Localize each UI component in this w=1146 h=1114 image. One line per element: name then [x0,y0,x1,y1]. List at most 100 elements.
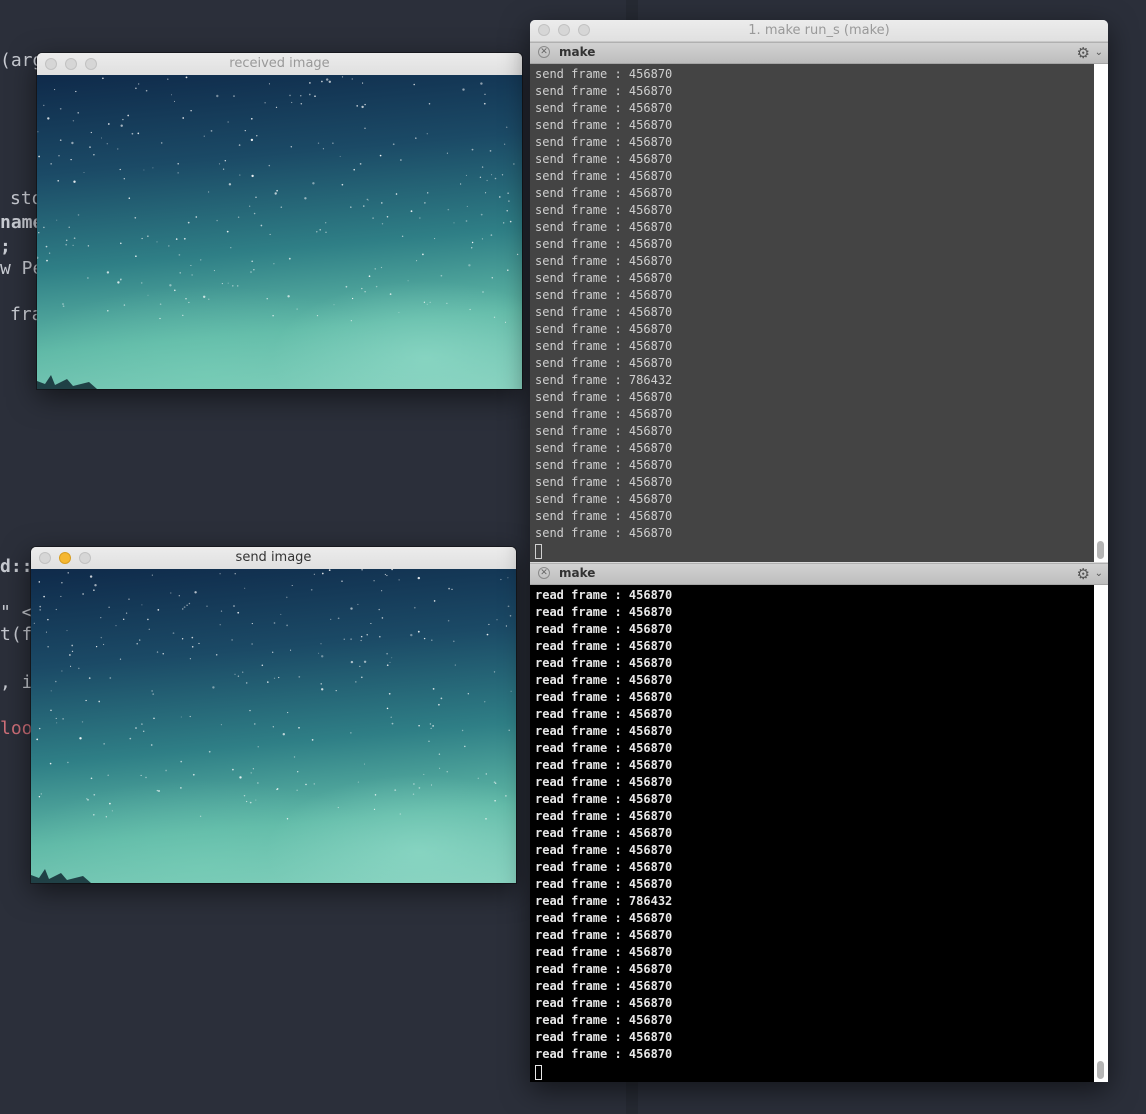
bottom-pane-output[interactable]: read frame : 456870 read frame : 456870 re… [530,585,1094,1082]
terminal-line: read frame : 456870 [535,962,673,976]
terminal-line: read frame : 456870 [535,945,673,959]
terminal-line: read frame : 456870 [535,843,673,857]
send-image-window[interactable]: send image [31,547,516,883]
minimize-window-button[interactable] [59,552,71,564]
terminal-line: send frame : 456870 [535,339,673,353]
terminal-line: read frame : 456870 [535,928,673,942]
cursor-icon [535,1065,542,1080]
starfield [37,76,519,389]
terminal-line: send frame : 456870 [535,475,673,489]
pane-name: make [559,45,596,59]
terminal-line: send frame : 456870 [535,152,673,166]
terminal-line: read frame : 456870 [535,775,673,789]
close-icon[interactable]: ✕ [538,567,550,579]
zoom-window-button[interactable] [578,24,590,36]
terminal-line: send frame : 456870 [535,237,673,251]
terminal-title: 1. make run_s (make) [748,23,890,38]
terminal-line: read frame : 456870 [535,707,673,721]
window-title: send image [235,550,312,565]
terminal-prompt [535,542,1094,559]
terminal-line: read frame : 456870 [535,622,673,636]
terminal-line: read frame : 456870 [535,1047,673,1061]
terminal-line: send frame : 456870 [535,135,673,149]
terminal-line: send frame : 456870 [535,84,673,98]
chevron-down-icon[interactable]: ⌄ [1095,43,1103,63]
code-fragment: loo [0,718,33,739]
received-image-window[interactable]: received image [37,53,522,389]
terminal-line: read frame : 456870 [535,877,673,891]
code-fragment: " < [0,602,33,623]
cursor-icon [535,544,542,559]
received-image [37,75,522,389]
zoom-window-button[interactable] [85,58,97,70]
terminal-line: send frame : 456870 [535,220,673,234]
scrollbar-thumb[interactable] [1097,541,1104,559]
starfield [31,569,512,883]
terminal-line: send frame : 456870 [535,118,673,132]
terminal-line: read frame : 456870 [535,996,673,1010]
zoom-window-button[interactable] [79,552,91,564]
bottom-pane-header[interactable]: ✕ make ⚙ ⌄ [530,563,1108,585]
terminal-line: read frame : 786432 [535,894,673,908]
terminal-line: read frame : 456870 [535,639,673,653]
terminal-line: send frame : 786432 [535,373,673,387]
code-fragment: d:: [0,556,33,577]
top-pane-header[interactable]: ✕ make ⚙ ⌄ [530,42,1108,64]
bottom-pane-scrollbar[interactable] [1094,585,1108,1082]
terminal-line: read frame : 456870 [535,588,673,602]
pane-name: make [559,566,596,580]
code-fragment: , i [0,672,33,693]
terminal-line: read frame : 456870 [535,860,673,874]
terminal-line: send frame : 456870 [535,492,673,506]
terminal-line: read frame : 456870 [535,605,673,619]
terminal-line: send frame : 456870 [535,186,673,200]
terminal-line: send frame : 456870 [535,203,673,217]
terminal-line: send frame : 456870 [535,390,673,404]
terminal-prompt [535,1063,1094,1080]
terminal-line: read frame : 456870 [535,792,673,806]
terminal-line: read frame : 456870 [535,979,673,993]
code-fragment: ; [0,236,11,257]
terminal-line: read frame : 456870 [535,826,673,840]
close-window-button[interactable] [45,58,57,70]
terminal-line: send frame : 456870 [535,67,673,81]
window-titlebar[interactable]: received image [37,53,522,76]
terminal-line: read frame : 456870 [535,656,673,670]
terminal-line: send frame : 456870 [535,288,673,302]
minimize-window-button[interactable] [65,58,77,70]
terminal-line: read frame : 456870 [535,809,673,823]
terminal-line: read frame : 456870 [535,673,673,687]
terminal-titlebar[interactable]: 1. make run_s (make) [530,20,1108,42]
terminal-line: send frame : 456870 [535,254,673,268]
gear-icon[interactable]: ⚙ [1077,43,1090,63]
terminal-line: send frame : 456870 [535,271,673,285]
terminal-line: read frame : 456870 [535,911,673,925]
top-pane-scrollbar[interactable] [1094,64,1108,562]
terminal-line: send frame : 456870 [535,356,673,370]
terminal-line: send frame : 456870 [535,322,673,336]
terminal-line: send frame : 456870 [535,169,673,183]
terminal-line: send frame : 456870 [535,101,673,115]
terminal-line: read frame : 456870 [535,741,673,755]
terminal-line: send frame : 456870 [535,526,673,540]
terminal-line: send frame : 456870 [535,458,673,472]
desktop: (arg sto name ; w Pe fra d:: " < t(f. , … [0,0,1146,1114]
close-window-button[interactable] [538,24,550,36]
chevron-down-icon[interactable]: ⌄ [1095,564,1103,584]
terminal-line: read frame : 456870 [535,724,673,738]
terminal-line: send frame : 456870 [535,305,673,319]
close-icon[interactable]: ✕ [538,46,550,58]
scrollbar-thumb[interactable] [1097,1061,1104,1079]
window-titlebar[interactable]: send image [31,547,516,570]
minimize-window-button[interactable] [558,24,570,36]
terminal-line: send frame : 456870 [535,424,673,438]
top-pane-output[interactable]: send frame : 456870 send frame : 456870 se… [530,64,1094,562]
terminal-line: read frame : 456870 [535,758,673,772]
gear-icon[interactable]: ⚙ [1077,564,1090,584]
terminal-line: send frame : 456870 [535,441,673,455]
terminal-line: send frame : 456870 [535,509,673,523]
window-title: received image [229,56,330,71]
close-window-button[interactable] [39,552,51,564]
terminal-window[interactable]: 1. make run_s (make) ✕ make ⚙ ⌄ send fra… [530,20,1108,1082]
send-image [31,569,516,883]
